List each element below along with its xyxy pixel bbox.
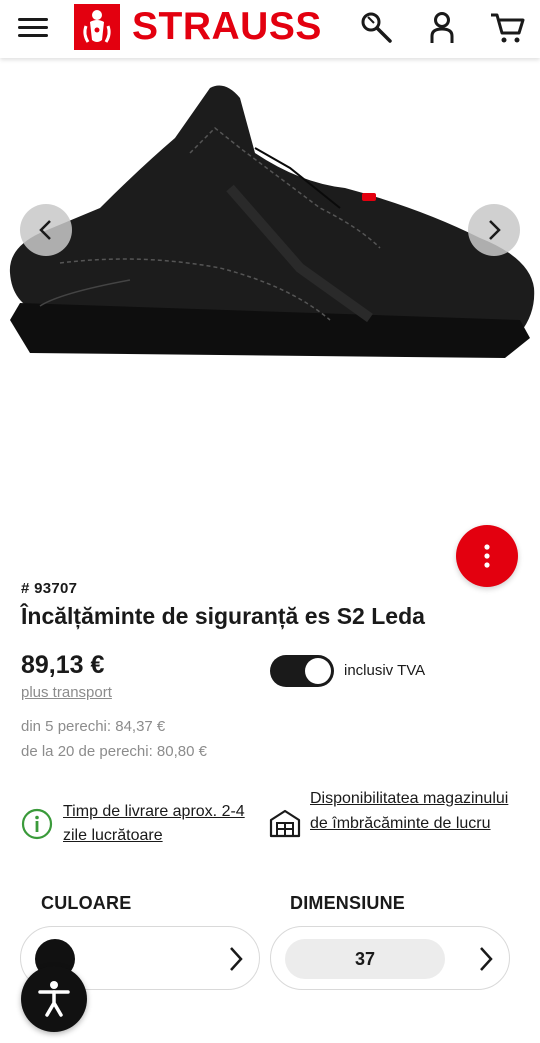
vertical-dots-icon <box>484 544 490 568</box>
color-label: CULOARE <box>41 893 132 913</box>
top-header: STRAUSS <box>0 0 540 58</box>
user-icon[interactable] <box>424 9 460 45</box>
store-availability-link[interactable]: Disponibilitatea magazinului de îmbrăcăm… <box>310 787 510 836</box>
size-label: DIMENSIUNE <box>290 893 406 913</box>
product-price: 89,13 € <box>21 651 105 679</box>
size-selector[interactable]: 37 <box>270 926 510 990</box>
product-sku: # 93707 <box>21 580 78 597</box>
next-image-button[interactable] <box>468 204 520 256</box>
chevron-right-icon <box>225 945 245 973</box>
product-image[interactable] <box>0 58 540 528</box>
vat-toggle[interactable] <box>270 655 334 687</box>
brand-emblem <box>74 4 120 50</box>
cart-icon[interactable] <box>489 9 525 45</box>
toggle-knob <box>305 658 331 684</box>
shipping-link[interactable]: plus transport <box>21 684 112 701</box>
vat-label: inclusiv TVA <box>344 662 426 679</box>
price-tier-20: de la 20 de perechi: 80,80 € <box>21 743 207 760</box>
tools-search-icon[interactable] <box>358 9 394 45</box>
accessibility-icon <box>38 981 70 1017</box>
price-tier-5: din 5 perechi: 84,37 € <box>21 718 166 735</box>
chevron-right-icon <box>475 945 495 973</box>
delivery-time-link[interactable]: Timp de livrare aprox. 2-4 zile lucrătoa… <box>63 800 263 848</box>
brand-name: STRAUSS <box>132 5 322 48</box>
store-icon <box>268 808 302 838</box>
chevron-right-icon <box>489 220 501 240</box>
more-options-button[interactable] <box>456 525 518 587</box>
brand-logo[interactable]: STRAUSS <box>74 3 322 51</box>
previous-image-button[interactable] <box>20 204 72 256</box>
product-title: Încălțăminte de siguranță es S2 Leda <box>21 603 425 629</box>
menu-icon[interactable] <box>18 13 50 41</box>
info-icon <box>21 808 53 840</box>
selected-size: 37 <box>285 939 445 979</box>
chevron-left-icon <box>39 220 51 240</box>
accessibility-button[interactable] <box>21 966 87 1032</box>
